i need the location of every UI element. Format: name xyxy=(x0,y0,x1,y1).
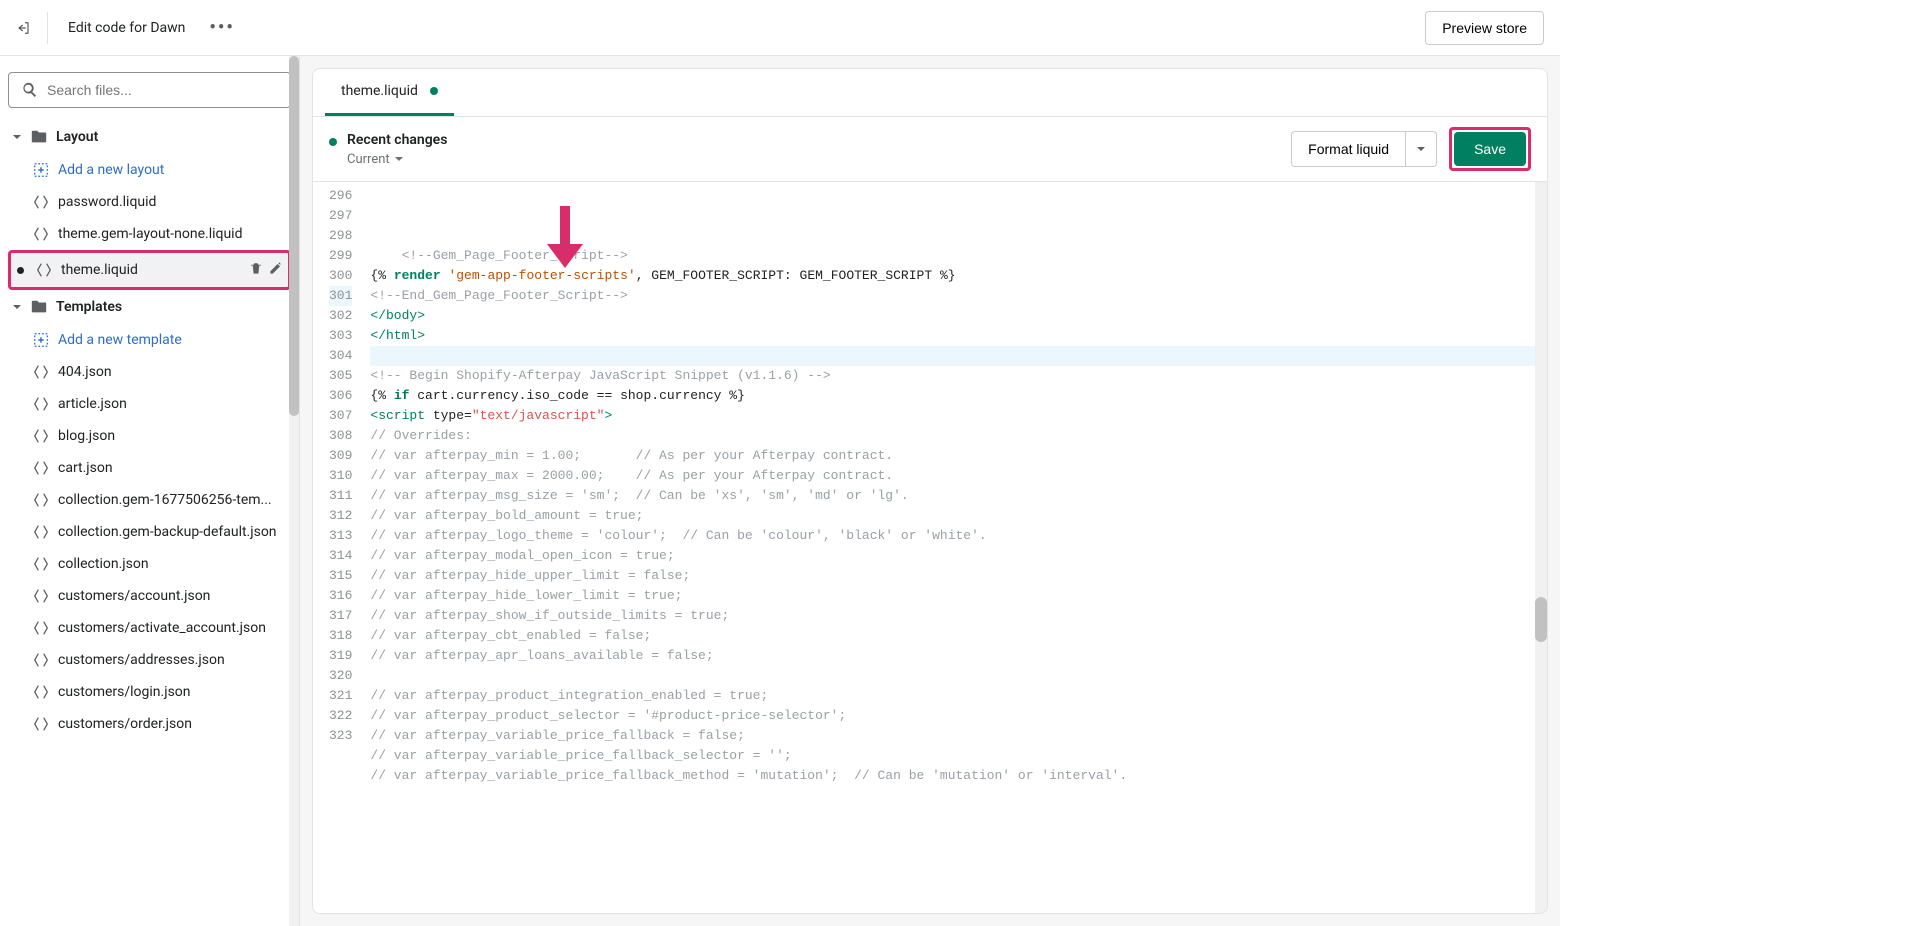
file-item[interactable]: blog.json xyxy=(8,420,291,452)
file-item[interactable]: theme.liquid xyxy=(8,250,291,290)
tree-section-templates[interactable]: Templates xyxy=(8,290,291,324)
page-title: Edit code for Dawn xyxy=(68,20,185,36)
file-label: 404.json xyxy=(58,364,287,380)
editor-scrollbar[interactable] xyxy=(1535,182,1547,913)
file-label: theme.gem-layout-none.liquid xyxy=(58,226,287,242)
editor-pane: theme.liquid Recent changes Current xyxy=(300,56,1560,926)
caret-down-icon xyxy=(1416,144,1426,154)
caret-down-icon xyxy=(394,154,404,164)
file-label: article.json xyxy=(58,396,287,412)
sidebar-scrollbar[interactable] xyxy=(289,56,299,926)
file-label: collection.json xyxy=(58,556,287,572)
file-label: Add a new layout xyxy=(58,162,287,178)
search-input[interactable] xyxy=(47,82,278,98)
file-label: Add a new template xyxy=(58,332,287,348)
file-label: customers/activate_account.json xyxy=(58,620,287,636)
editor-tabs: theme.liquid xyxy=(313,69,1547,117)
file-item[interactable]: customers/activate_account.json xyxy=(8,612,291,644)
file-item[interactable]: customers/addresses.json xyxy=(8,644,291,676)
file-item[interactable]: collection.json xyxy=(8,548,291,580)
file-label: password.liquid xyxy=(58,194,287,210)
file-label: collection.gem-1677506256-tem... xyxy=(58,492,287,508)
code-editor[interactable]: 2962972982993003013023033043053063073083… xyxy=(313,182,1547,913)
version-dropdown[interactable]: Current xyxy=(347,152,447,167)
file-label: collection.gem-backup-default.json xyxy=(58,524,287,540)
file-label: customers/addresses.json xyxy=(58,652,287,668)
file-label: customers/login.json xyxy=(58,684,287,700)
file-item[interactable]: 404.json xyxy=(8,356,291,388)
tree-section-layout[interactable]: Layout xyxy=(8,120,291,154)
file-item[interactable]: collection.gem-backup-default.json xyxy=(8,516,291,548)
back-button[interactable] xyxy=(16,12,48,44)
format-dropdown-button[interactable] xyxy=(1406,131,1437,167)
modified-dot-icon xyxy=(430,87,438,95)
file-item[interactable]: article.json xyxy=(8,388,291,420)
file-item[interactable]: Add a new layout xyxy=(8,154,291,186)
save-button[interactable]: Save xyxy=(1454,132,1526,166)
save-button-highlight: Save xyxy=(1449,127,1531,171)
file-item[interactable]: Add a new template xyxy=(8,324,291,356)
file-item[interactable]: customers/order.json xyxy=(8,708,291,740)
tab-label: theme.liquid xyxy=(341,83,418,99)
topbar: Edit code for Dawn ••• Preview store xyxy=(0,0,1560,56)
format-liquid-button[interactable]: Format liquid xyxy=(1291,131,1406,167)
more-button[interactable]: ••• xyxy=(201,13,242,42)
file-sidebar: Layout Add a new layout password.liquid the… xyxy=(0,56,300,926)
file-item[interactable]: theme.gem-layout-none.liquid xyxy=(8,218,291,250)
modified-dot-icon xyxy=(17,267,24,274)
file-item[interactable]: password.liquid xyxy=(8,186,291,218)
exit-icon xyxy=(16,18,31,38)
recent-changes-label: Recent changes xyxy=(347,132,447,148)
line-gutter: 2962972982993003013023033043053063073083… xyxy=(313,182,362,913)
search-input-wrapper[interactable] xyxy=(8,72,291,108)
file-item[interactable]: collection.gem-1677506256-tem... xyxy=(8,484,291,516)
file-label: customers/order.json xyxy=(58,716,287,732)
search-icon xyxy=(21,81,39,99)
file-label: blog.json xyxy=(58,428,287,444)
rename-file-button[interactable] xyxy=(268,260,284,280)
file-item[interactable]: customers/login.json xyxy=(8,676,291,708)
file-item[interactable]: customers/account.json xyxy=(8,580,291,612)
preview-store-button[interactable]: Preview store xyxy=(1425,11,1544,45)
delete-file-button[interactable] xyxy=(248,260,264,280)
editor-tab-active[interactable]: theme.liquid xyxy=(325,69,454,116)
recent-changes-dot-icon xyxy=(329,138,337,146)
file-label: customers/account.json xyxy=(58,588,287,604)
editor-toolbar: Recent changes Current Format liquid xyxy=(313,117,1547,182)
file-item[interactable]: cart.json xyxy=(8,452,291,484)
file-label: theme.liquid xyxy=(61,262,240,278)
code-content[interactable]: <!--Gem_Page_Footer_Script-->{% render '… xyxy=(362,182,1547,913)
file-label: cart.json xyxy=(58,460,287,476)
